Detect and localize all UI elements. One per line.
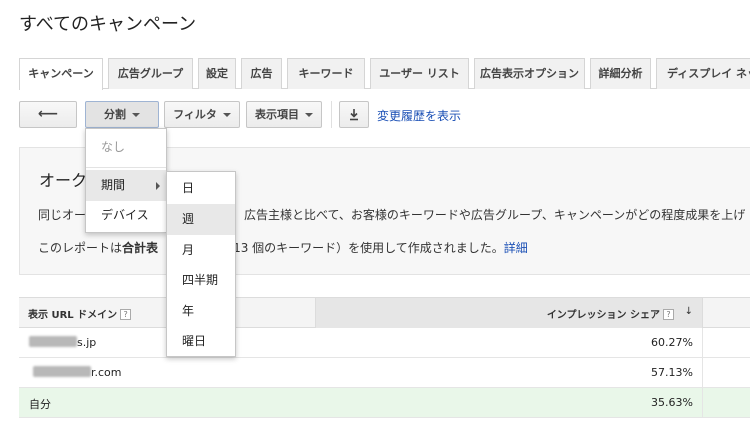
- tab-campaigns[interactable]: キャンペーン: [19, 58, 103, 90]
- report-note-bold: 合計表: [122, 241, 159, 255]
- tab-settings[interactable]: 設定: [198, 58, 236, 89]
- columns-label: 表示項目: [255, 108, 299, 121]
- column-header-impression-share[interactable]: インプレッション シェア? ↓: [315, 298, 703, 328]
- segment-menu-item-device[interactable]: デバイス: [86, 200, 166, 231]
- back-button[interactable]: ⟵: [19, 101, 77, 128]
- tab-ads[interactable]: 広告: [241, 58, 282, 89]
- chevron-down-icon: [222, 113, 231, 117]
- redacted-text: [29, 336, 77, 347]
- help-icon[interactable]: ?: [663, 309, 674, 320]
- share-value: 57.13%: [651, 366, 693, 379]
- report-note-rest: %（213 個のキーワード）を使用して作成されました。: [202, 241, 504, 255]
- domain-text: s.jp: [77, 336, 97, 349]
- chevron-down-icon: [132, 113, 140, 117]
- tab-keywords[interactable]: キーワード: [287, 58, 365, 89]
- filter-label: フィルタ: [173, 108, 217, 121]
- back-arrow-icon: ⟵: [37, 106, 59, 122]
- domain-cell: s.jp: [29, 336, 96, 349]
- period-item-year[interactable]: 年: [167, 296, 235, 327]
- domain-text: 自分: [29, 398, 51, 411]
- column-header-domain[interactable]: 表示 URL ドメイン?: [28, 306, 132, 321]
- period-item-quarter[interactable]: 四半期: [167, 265, 235, 296]
- share-value: 35.63%: [651, 396, 693, 409]
- segment-label: 分割: [104, 108, 126, 121]
- chevron-down-icon: [305, 113, 313, 117]
- period-item-week[interactable]: 週: [167, 204, 235, 235]
- period-item-day[interactable]: 日: [167, 173, 235, 204]
- redacted-text: [33, 366, 91, 377]
- domain-cell: 自分: [29, 396, 51, 412]
- share-value: 60.27%: [651, 336, 693, 349]
- download-icon: [350, 109, 358, 121]
- tab-user-lists[interactable]: ユーザー リスト: [370, 58, 469, 89]
- column-domain-label: 表示 URL ドメイン: [28, 310, 118, 321]
- columns-button[interactable]: 表示項目: [246, 101, 322, 128]
- period-submenu: 日 週 月 四半期 年 曜日: [166, 171, 236, 357]
- domain-cell: r.com: [29, 366, 122, 379]
- table-row-own: 自分 35.63%: [19, 388, 750, 418]
- segment-button[interactable]: 分割: [85, 101, 159, 128]
- chevron-right-icon: [156, 182, 160, 190]
- period-item-weekday[interactable]: 曜日: [167, 326, 235, 357]
- period-item-month[interactable]: 月: [167, 235, 235, 266]
- tab-bar: キャンペーン 広告グループ 設定 広告 キーワード ユーザー リスト 広告表示オ…: [19, 58, 750, 90]
- domain-text: r.com: [91, 366, 122, 379]
- change-history-link[interactable]: 変更履歴を表示: [377, 107, 461, 124]
- details-link[interactable]: 詳細: [504, 241, 528, 255]
- table-header: 表示 URL ドメイン? インプレッション シェア? ↓: [19, 297, 750, 328]
- menu-divider: [86, 167, 166, 168]
- share-cell: 57.13%: [315, 358, 703, 387]
- tab-display-network[interactable]: ディスプレイ ネッ: [656, 58, 750, 89]
- page-title: すべてのキャンペーン: [19, 14, 197, 35]
- filter-button[interactable]: フィルタ: [164, 101, 240, 128]
- share-cell: 35.63%: [315, 388, 703, 417]
- panel-heading: オーク: [39, 171, 88, 190]
- share-cell: 60.27%: [315, 328, 703, 357]
- column-share-label: インプレッション シェア: [546, 310, 660, 321]
- period-label: 期間: [101, 178, 126, 192]
- segment-menu-item-period[interactable]: 期間: [86, 170, 166, 201]
- segment-menu: なし 期間 デバイス: [85, 128, 167, 233]
- panel-report-note: このレポートは合計表 %（213 個のキーワード）を使用して作成されました。詳細: [38, 239, 528, 256]
- segment-menu-item-none: なし: [101, 140, 126, 154]
- table-row: s.jp 60.27%: [19, 328, 750, 358]
- tab-ad-groups[interactable]: 広告グループ: [108, 58, 193, 89]
- toolbar-divider: [331, 101, 332, 128]
- help-icon[interactable]: ?: [120, 309, 132, 320]
- panel-description-start: 同じオー: [38, 208, 87, 222]
- tab-dimensions[interactable]: 詳細分析: [590, 58, 651, 89]
- download-button[interactable]: [339, 101, 369, 128]
- panel-description-rest: 広告主様と比べて、お客様のキーワードや広告グループ、キャンペーンがどの程度成果を…: [244, 208, 746, 222]
- table-row: r.com 57.13%: [19, 358, 750, 388]
- sort-descending-icon[interactable]: ↓: [685, 306, 693, 317]
- tab-ad-extensions[interactable]: 広告表示オプション: [474, 58, 585, 89]
- report-note-start: このレポートは: [38, 241, 123, 255]
